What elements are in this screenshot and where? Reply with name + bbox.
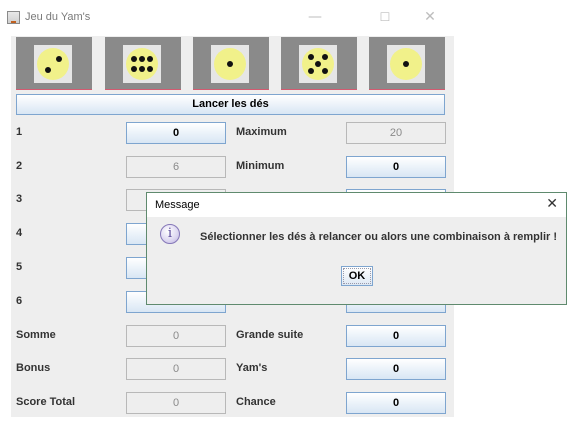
score-label: 2 (16, 160, 23, 172)
die-button-2[interactable] (105, 37, 181, 90)
score-field[interactable]: 0 (126, 122, 226, 144)
die-button-5[interactable] (369, 37, 445, 90)
combo-label: Grande suite (236, 329, 304, 341)
die-pip (322, 54, 328, 60)
dialog-title: Message (155, 199, 200, 211)
score-label: 1 (16, 126, 23, 138)
die-icon (299, 45, 337, 83)
score-label: 3 (16, 193, 23, 205)
message-dialog: Message ✕ i Sélectionner les dés à relan… (146, 192, 567, 305)
window-title: Jeu du Yam's (25, 11, 91, 23)
die-face (37, 48, 69, 80)
score-label: 4 (16, 227, 23, 239)
die-icon (34, 45, 72, 83)
score-field: 0 (126, 392, 226, 414)
die-pip (147, 66, 153, 72)
die-pip (403, 61, 409, 67)
score-label: Score Total (16, 396, 76, 408)
die-face (390, 48, 422, 80)
combo-label: Maximum (236, 126, 287, 138)
maximize-button[interactable]: ☐ (373, 6, 397, 28)
score-label: 6 (16, 295, 23, 307)
die-face (126, 48, 158, 80)
combo-field[interactable]: 0 (346, 325, 446, 347)
combo-label: Chance (236, 396, 276, 408)
combo-field[interactable]: 0 (346, 156, 446, 178)
combo-label: Minimum (236, 160, 285, 172)
die-pip (45, 67, 51, 73)
die-pip (131, 66, 137, 72)
combo-field[interactable]: 0 (346, 392, 446, 414)
die-icon (211, 45, 249, 83)
die-pip (315, 61, 321, 67)
combo-field: 20 (346, 122, 446, 144)
die-icon (387, 45, 425, 83)
score-field: 0 (126, 325, 226, 347)
java-app-icon (7, 11, 20, 24)
die-icon (123, 45, 161, 83)
dialog-message: Sélectionner les dés à relancer ou alors… (200, 231, 558, 243)
die-button-3[interactable] (193, 37, 269, 90)
minimize-button[interactable]: — (303, 6, 327, 28)
info-icon: i (160, 224, 180, 244)
die-pip (139, 56, 145, 62)
die-pip (308, 54, 314, 60)
score-label: Somme (16, 329, 56, 341)
dialog-close-button[interactable]: ✕ (546, 196, 558, 212)
score-field: 0 (126, 358, 226, 380)
die-pip (227, 61, 233, 67)
ok-button[interactable]: OK (341, 266, 373, 286)
dialog-body: i Sélectionner les dés à relancer ou alo… (147, 217, 566, 304)
close-button[interactable]: ✕ (418, 6, 442, 28)
score-field: 6 (126, 156, 226, 178)
roll-dice-button[interactable]: Lancer les dés (16, 94, 445, 115)
title-bar: Jeu du Yam's — ☐ ✕ (0, 0, 460, 36)
die-face (214, 48, 246, 80)
die-pip (131, 56, 137, 62)
die-pip (147, 56, 153, 62)
die-pip (322, 68, 328, 74)
score-label: Bonus (16, 362, 51, 374)
die-button-1[interactable] (16, 37, 92, 90)
combo-field[interactable]: 0 (346, 358, 446, 380)
die-face (302, 48, 334, 80)
die-pip (308, 68, 314, 74)
die-pip (56, 56, 62, 62)
score-label: 5 (16, 261, 23, 273)
combo-label: Yam's (236, 362, 268, 374)
die-pip (139, 66, 145, 72)
die-button-4[interactable] (281, 37, 357, 90)
